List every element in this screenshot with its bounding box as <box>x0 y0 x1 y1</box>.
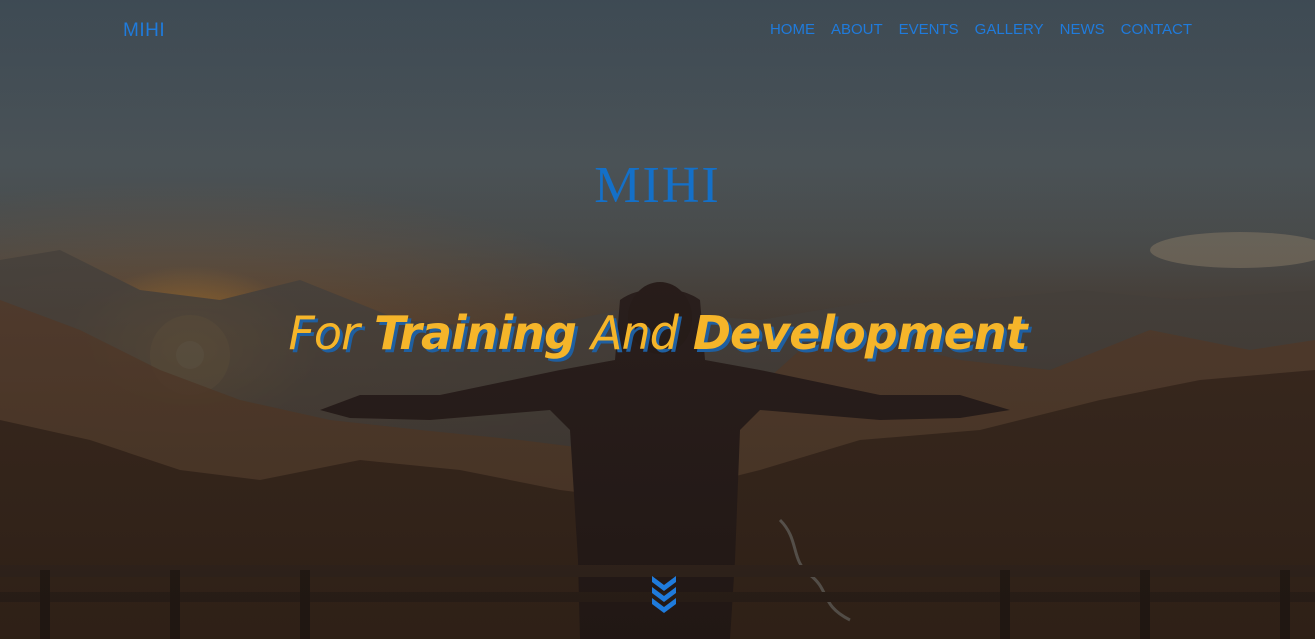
navbar: MIHI HOME ABOUT EVENTS GALLERY NEWS CONT… <box>0 0 1315 62</box>
nav-link-gallery[interactable]: GALLERY <box>975 21 1044 38</box>
nav-item-news: NEWS <box>1060 21 1105 39</box>
hero-tagline: For Training And Development <box>0 306 1315 360</box>
tagline-word-training: Training <box>373 306 577 360</box>
brand-logo-link[interactable]: MIHI <box>123 20 165 42</box>
nav-link-about[interactable]: ABOUT <box>831 21 883 38</box>
nav-item-home: HOME <box>770 21 815 39</box>
nav-item-about: ABOUT <box>831 21 883 39</box>
hero-title: MIHI <box>594 157 721 214</box>
tagline-word-for: For <box>288 306 360 360</box>
nav-link-news[interactable]: NEWS <box>1060 21 1105 38</box>
scroll-down-button[interactable] <box>648 572 680 616</box>
nav-link-events[interactable]: EVENTS <box>899 21 959 38</box>
nav-item-contact: CONTACT <box>1121 21 1192 39</box>
hero-section: MIHI HOME ABOUT EVENTS GALLERY NEWS CONT… <box>0 0 1315 639</box>
nav-menu: HOME ABOUT EVENTS GALLERY NEWS CONTACT <box>770 21 1192 39</box>
tagline-word-development: Development <box>692 306 1028 360</box>
chevron-double-down-icon <box>652 576 676 613</box>
nav-link-contact[interactable]: CONTACT <box>1121 21 1192 38</box>
tagline-word-and: And <box>590 306 679 360</box>
nav-item-events: EVENTS <box>899 21 959 39</box>
nav-item-gallery: GALLERY <box>975 21 1044 39</box>
nav-link-home[interactable]: HOME <box>770 21 815 38</box>
